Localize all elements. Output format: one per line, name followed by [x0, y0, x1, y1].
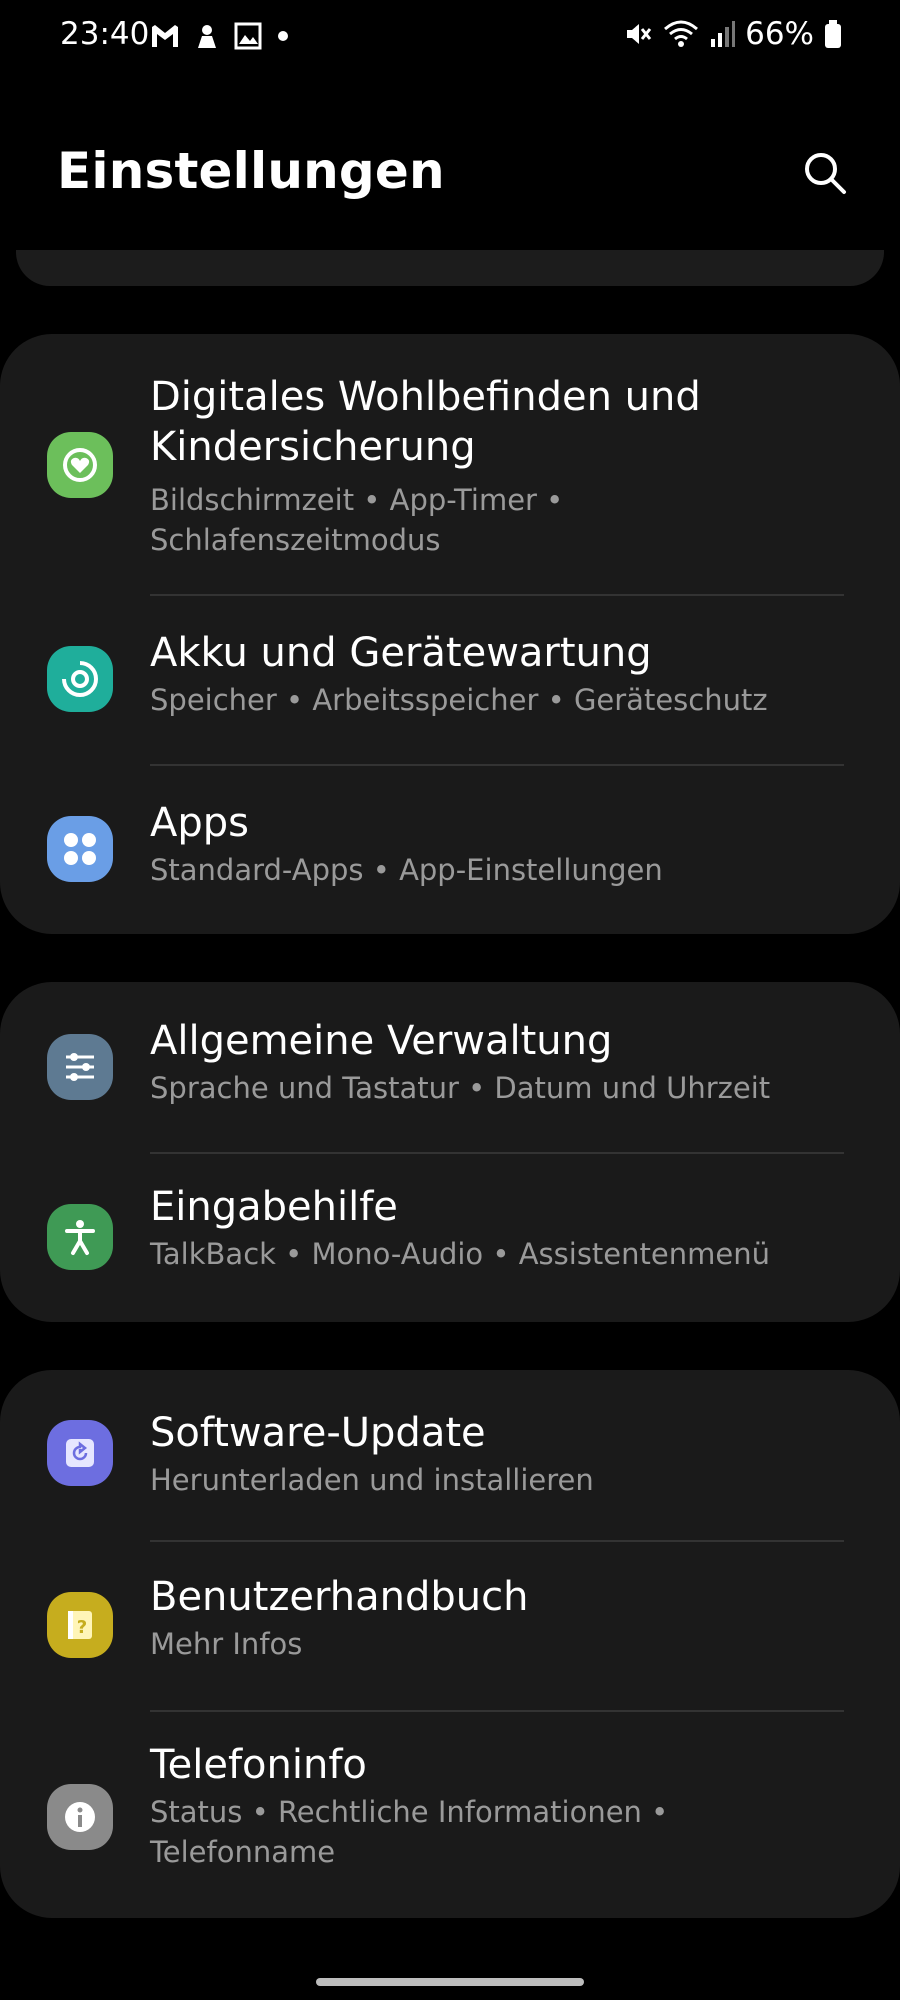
home-indicator[interactable]	[316, 1978, 584, 1986]
settings-group-2: Allgemeine Verwaltung Sprache und Tastat…	[0, 982, 900, 1322]
item-subtitle: Status • Rechtliche Informationen • Tele…	[150, 1795, 669, 1869]
user-manual-icon: ?	[47, 1592, 113, 1658]
header: Einstellungen	[0, 130, 900, 220]
battery-percent: 66%	[745, 16, 814, 52]
status-bar: 23:40 66%	[0, 0, 900, 76]
item-subtitle: Bildschirmzeit • App-Timer • Schlafensze…	[150, 483, 564, 557]
heart-circle-icon	[47, 432, 113, 498]
item-title: Benutzerhandbuch	[150, 1574, 529, 1620]
software-update-icon	[47, 1420, 113, 1486]
gmail-icon	[152, 25, 178, 47]
item-title: Telefoninfo	[150, 1742, 367, 1788]
search-icon	[805, 153, 846, 194]
apps-grid-icon	[47, 816, 113, 882]
item-subtitle: Speicher • Arbeitsspeicher • Geräteschut…	[150, 683, 768, 717]
settings-group-1: Digitales Wohlbefinden und Kindersicheru…	[0, 334, 900, 934]
tool-notification-icon	[198, 25, 216, 48]
list-item-apps[interactable]: Apps Standard-Apps • App-Einstellungen	[0, 766, 900, 934]
list-item-software-update[interactable]: Software-Update Herunterladen und instal…	[0, 1370, 900, 1540]
item-subtitle: Mehr Infos	[150, 1627, 303, 1661]
svg-text:?: ?	[77, 1617, 87, 1638]
item-title: Digitales Wohlbefinden und Kindersicheru…	[150, 374, 701, 470]
list-item-battery-device-care[interactable]: Akku und Gerätewartung Speicher • Arbeit…	[0, 596, 900, 766]
wifi-icon	[664, 20, 699, 47]
list-item-digital-wellbeing[interactable]: Digitales Wohlbefinden und Kindersicheru…	[0, 334, 900, 596]
signal-icon	[711, 21, 736, 47]
dot-icon	[278, 31, 288, 41]
status-time: 23:40	[60, 16, 150, 52]
settings-group-3: Software-Update Herunterladen und instal…	[0, 1370, 900, 1918]
item-subtitle: TalkBack • Mono-Audio • Assistentenmenü	[150, 1237, 770, 1271]
item-title: Software-Update	[150, 1410, 486, 1456]
page-title: Einstellungen	[57, 142, 445, 200]
item-subtitle: Sprache und Tastatur • Datum und Uhrzeit	[150, 1071, 771, 1105]
info-icon	[47, 1784, 113, 1850]
previous-card-edge	[16, 250, 884, 286]
notification-icons	[150, 22, 290, 50]
list-item-phone-info[interactable]: Telefoninfo Status • Rechtliche Informat…	[0, 1712, 900, 1918]
search-button[interactable]	[800, 148, 850, 198]
mute-icon	[627, 24, 652, 44]
accessibility-icon	[47, 1204, 113, 1270]
gallery-icon	[234, 22, 262, 50]
item-subtitle: Herunterladen und installieren	[150, 1463, 594, 1497]
list-item-accessibility[interactable]: Eingabehilfe TalkBack • Mono-Audio • Ass…	[0, 1154, 900, 1322]
item-subtitle: Standard-Apps • App-Einstellungen	[150, 853, 663, 887]
status-right: 66%	[623, 16, 842, 52]
item-title: Eingabehilfe	[150, 1184, 398, 1230]
device-care-icon	[47, 646, 113, 712]
battery-icon	[825, 20, 841, 48]
item-title: Allgemeine Verwaltung	[150, 1018, 613, 1064]
item-title: Apps	[150, 800, 249, 846]
sliders-icon	[47, 1034, 113, 1100]
list-item-user-manual[interactable]: ? Benutzerhandbuch Mehr Infos	[0, 1542, 900, 1710]
item-title: Akku und Gerätewartung	[150, 630, 652, 676]
list-item-general-management[interactable]: Allgemeine Verwaltung Sprache und Tastat…	[0, 982, 900, 1152]
